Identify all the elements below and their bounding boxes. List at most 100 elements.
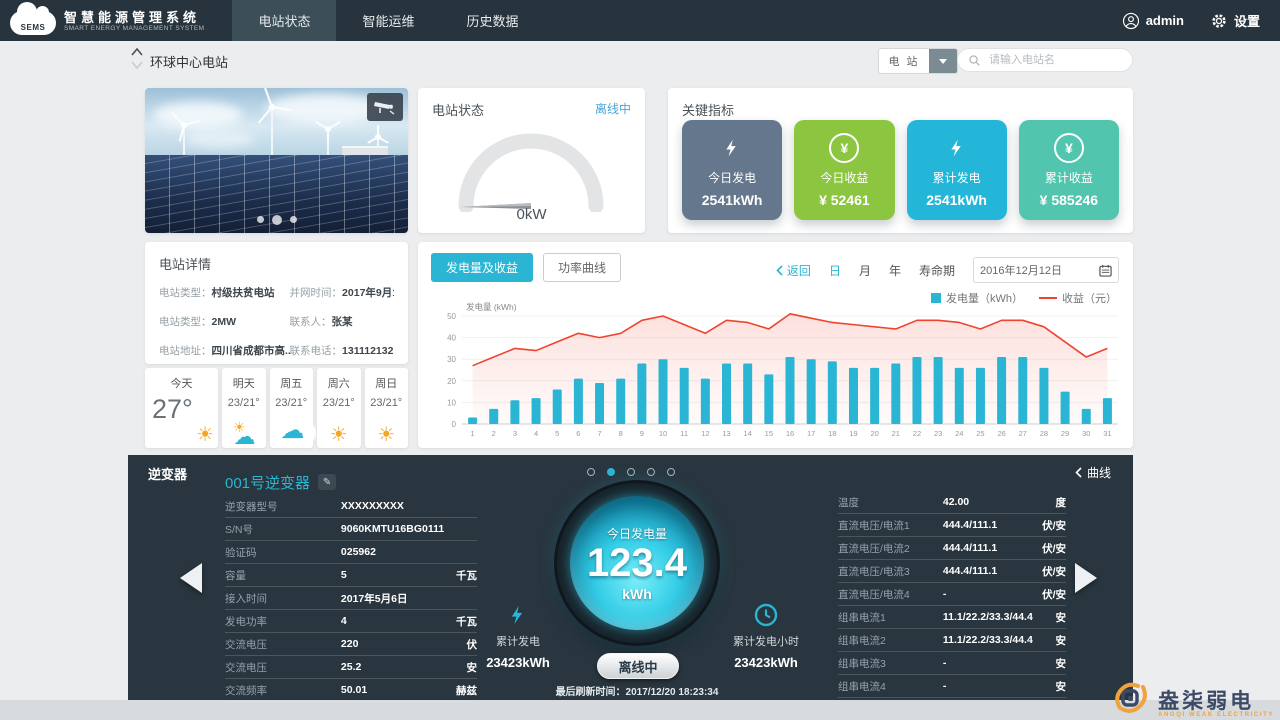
svg-text:20: 20: [870, 429, 878, 438]
svg-text:22: 22: [913, 429, 921, 438]
table-row: 验证码025962: [225, 541, 477, 564]
period-option[interactable]: 日: [829, 262, 841, 279]
date-picker[interactable]: 2016年12月12日: [973, 257, 1119, 283]
inverter-dot[interactable]: [607, 468, 615, 476]
table-row: 温度42.00度: [838, 491, 1066, 514]
carousel-dot[interactable]: [257, 216, 264, 223]
brand-name: 盎柒弱电: [1158, 692, 1274, 712]
cloud-icon: ☁: [270, 421, 316, 445]
inverter-status-button[interactable]: 离线中: [597, 653, 679, 679]
svg-text:15: 15: [765, 429, 773, 438]
svg-text:27: 27: [1019, 429, 1027, 438]
photo-carousel-dots: [145, 216, 408, 225]
username: admin: [1146, 13, 1184, 28]
period-option[interactable]: 寿命期: [919, 262, 955, 279]
table-row: 直流电压/电流3444.4/111.1伏/安: [838, 560, 1066, 583]
svg-text:9: 9: [640, 429, 644, 438]
table-row: 直流电压/电流1444.4/111.1伏/安: [838, 514, 1066, 537]
search-icon: [968, 54, 981, 67]
user-menu[interactable]: admin: [1122, 12, 1184, 30]
table-row: 组串电流4-安: [838, 675, 1066, 698]
kpi-label: 累计发电: [933, 169, 981, 186]
gear-icon: [1210, 12, 1228, 30]
svg-text:26: 26: [997, 429, 1005, 438]
calendar-icon: [1099, 264, 1112, 277]
inverter-dot[interactable]: [647, 468, 655, 476]
kpi-card: 今日发电2541kWh: [682, 120, 782, 220]
total-generation-stat: 累计发电 23423kWh: [468, 603, 568, 670]
settings-button[interactable]: 设置: [1210, 11, 1260, 30]
svg-text:7: 7: [597, 429, 601, 438]
total-hours-stat: 累计发电小时 23423kWh: [716, 603, 816, 670]
cloud-logo-icon: SEMS: [10, 11, 56, 35]
app-title: 智慧能源管理系统: [64, 10, 204, 25]
next-inverter-button[interactable]: [1075, 563, 1097, 593]
nav-item[interactable]: 电站状态: [232, 0, 336, 41]
carousel-dot[interactable]: [272, 215, 282, 225]
detail-item: 电站类型：村级扶贫电站: [159, 285, 290, 300]
station-select[interactable]: 电 站: [878, 48, 958, 74]
indicators-title: 关键指标: [668, 88, 1133, 119]
back-link[interactable]: 返回: [776, 262, 811, 279]
svg-text:25: 25: [976, 429, 984, 438]
svg-text:6: 6: [576, 429, 580, 438]
bolt-icon: [948, 133, 966, 163]
nav-item[interactable]: 智能运维: [336, 0, 440, 41]
station-details-card: 电站详情 电站类型：村级扶贫电站并网时间：2017年9月1日电站类型：2MW联系…: [145, 242, 408, 364]
station-updown-icon[interactable]: [130, 47, 144, 71]
power-gauge: [436, 120, 626, 212]
svg-text:17: 17: [807, 429, 815, 438]
brand-spiral-icon: [1110, 678, 1150, 718]
logo-text: SEMS: [10, 23, 56, 32]
search-input[interactable]: [987, 53, 1121, 67]
weather-today-label: 今天: [145, 375, 218, 391]
chevron-left-icon: [776, 265, 783, 276]
gauge-label: 今日发电量: [607, 525, 667, 542]
svg-text:4: 4: [534, 429, 538, 438]
svg-text:18: 18: [828, 429, 836, 438]
svg-text:10: 10: [659, 429, 667, 438]
details-grid: 电站类型：村级扶贫电站并网时间：2017年9月1日电站类型：2MW联系人：张某电…: [145, 273, 408, 370]
station-photo-carousel[interactable]: [145, 88, 408, 233]
kpi-label: 今日收益: [820, 169, 868, 186]
table-row: 容量5千瓦: [225, 564, 477, 587]
table-row: 发电功率4千瓦: [225, 610, 477, 633]
brand-name-en: ANGQI WEAK ELECTRICITY: [1158, 712, 1274, 718]
weather-today-temp: 27°: [152, 395, 218, 423]
svg-text:29: 29: [1061, 429, 1069, 438]
weather-day-card: 周五23/21°☁: [270, 368, 314, 448]
svg-text:16: 16: [786, 429, 794, 438]
search-box[interactable]: [957, 48, 1133, 72]
edit-icon[interactable]: ✎: [318, 474, 336, 490]
sun-icon: ☀: [317, 425, 361, 445]
inverter-dot[interactable]: [587, 468, 595, 476]
svg-text:50: 50: [447, 312, 456, 321]
select-dropdown-button[interactable]: [929, 49, 957, 73]
period-option[interactable]: 月: [859, 262, 871, 279]
chart-tab[interactable]: 功率曲线: [543, 253, 621, 282]
inverter-dot[interactable]: [667, 468, 675, 476]
app-root: SEMS 智慧能源管理系统 SMART ENERGY MANAGEMENT SY…: [0, 0, 1280, 720]
kpi-card: ¥今日收益¥ 52461: [794, 120, 894, 220]
weather-forecast: 今天 27° ☀ 明天23/21°☀☁周五23/21°☁周六23/21°☀周日2…: [145, 368, 408, 448]
kpi-label: 今日发电: [708, 169, 756, 186]
cctv-camera-icon[interactable]: [367, 93, 403, 121]
daily-generation-gauge: 今日发电量 123.4 kWh: [557, 483, 717, 643]
prev-inverter-button[interactable]: [180, 563, 202, 593]
svg-text:13: 13: [722, 429, 730, 438]
chart-tab[interactable]: 发电量及收益: [431, 253, 533, 282]
bolt-icon: [723, 133, 741, 163]
kpi-row: 今日发电2541kWh¥今日收益¥ 52461累计发电2541kWh¥累计收益¥…: [682, 120, 1119, 220]
nav-item[interactable]: 历史数据: [441, 0, 545, 41]
period-option[interactable]: 年: [889, 262, 901, 279]
inverter-dot[interactable]: [627, 468, 635, 476]
carousel-dot[interactable]: [290, 216, 297, 223]
svg-text:12: 12: [701, 429, 709, 438]
svg-text:28: 28: [1040, 429, 1048, 438]
detail-item: 联系电话：13111213253: [290, 343, 394, 358]
stat-label: 累计发电: [468, 633, 568, 649]
detail-item: 并网时间：2017年9月1日: [290, 285, 394, 300]
brand-logo: SEMS 智慧能源管理系统 SMART ENERGY MANAGEMENT SY…: [0, 7, 218, 35]
footer-brand: 盎柒弱电 ANGQI WEAK ELECTRICITY: [1110, 678, 1274, 718]
weather-day-card: 周日23/21°☀: [365, 368, 409, 448]
